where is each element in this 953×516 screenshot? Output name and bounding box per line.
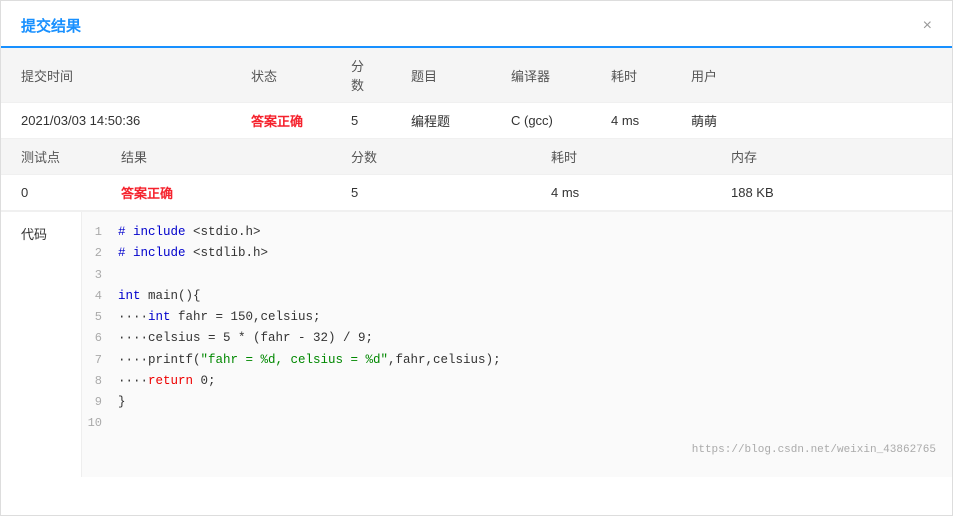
main-table-header-row: 提交时间 状态 分数 题目 编译器 耗时 用户 xyxy=(1,48,952,103)
cell-time: 4 ms xyxy=(591,103,671,139)
code-line-7: 7 ····printf("fahr = %d, celsius = %d",f… xyxy=(82,350,952,371)
line-content-7: ····printf("fahr = %d, celsius = %d",fah… xyxy=(118,350,501,371)
code-line-4: 4 int main(){ xyxy=(82,286,952,307)
col-time: 耗时 xyxy=(591,48,671,103)
sub-col-memory: 内存 xyxy=(711,139,952,175)
sub-table-data-row: 0 答案正确 5 4 ms 188 KB xyxy=(1,175,952,211)
cell-submit-time: 2021/03/03 14:50:36 xyxy=(1,103,231,139)
line-content-3 xyxy=(118,265,126,286)
sub-col-result: 结果 xyxy=(101,139,231,175)
line-num-2: 2 xyxy=(82,243,118,263)
line-num-8: 8 xyxy=(82,371,118,391)
code-line-9: 9 } xyxy=(82,392,952,413)
cell-score: 5 xyxy=(331,103,391,139)
col-status: 状态 xyxy=(231,48,331,103)
sub-cell-result: 答案正确 xyxy=(101,175,331,211)
code-line-6: 6 ····celsius = 5 * (fahr - 32) / 9; xyxy=(82,328,952,349)
col-compiler: 编译器 xyxy=(491,48,591,103)
dialog: 提交结果 × 提交时间 状态 分数 题目 编译器 耗时 用户 2021/03/0 xyxy=(0,0,953,516)
line-content-8: ····return 0; xyxy=(118,371,216,392)
code-block[interactable]: 1 # include <stdio.h> 2 # include <stdli… xyxy=(81,212,952,477)
line-content-6: ····celsius = 5 * (fahr - 32) / 9; xyxy=(118,328,373,349)
cell-problem: 编程题 xyxy=(391,103,491,139)
dialog-body: 提交时间 状态 分数 题目 编译器 耗时 用户 2021/03/03 14:50… xyxy=(1,48,952,477)
line-content-4: int main(){ xyxy=(118,286,201,307)
sub-col-empty xyxy=(231,139,331,175)
line-content-5: ····int fahr = 150,celsius; xyxy=(118,307,321,328)
line-num-9: 9 xyxy=(82,392,118,412)
line-num-4: 4 xyxy=(82,286,118,306)
line-num-1: 1 xyxy=(82,222,118,242)
main-table: 提交时间 状态 分数 题目 编译器 耗时 用户 2021/03/03 14:50… xyxy=(1,48,952,139)
line-content-10 xyxy=(118,413,126,434)
code-line-5: 5 ····int fahr = 150,celsius; xyxy=(82,307,952,328)
dialog-header: 提交结果 × xyxy=(1,1,952,48)
code-line-3: 3 xyxy=(82,265,952,286)
sub-cell-id: 0 xyxy=(1,175,101,211)
code-label: 代码 xyxy=(1,212,81,477)
code-line-2: 2 # include <stdlib.h> xyxy=(82,243,952,264)
dialog-title: 提交结果 xyxy=(21,15,81,36)
col-problem: 题目 xyxy=(391,48,491,103)
code-line-10: 10 xyxy=(82,413,952,434)
line-num-5: 5 xyxy=(82,307,118,327)
sub-table-header-row: 测试点 结果 分数 耗时 内存 xyxy=(1,139,952,175)
line-content-1: # include <stdio.h> xyxy=(118,222,261,243)
sub-cell-memory: 188 KB xyxy=(711,175,952,211)
sub-col-empty2 xyxy=(431,139,531,175)
sub-cell-score: 5 xyxy=(331,175,531,211)
code-section: 代码 1 # include <stdio.h> 2 # include <st… xyxy=(1,211,952,477)
sub-table: 测试点 结果 分数 耗时 内存 0 答案正确 5 4 ms xyxy=(1,139,952,211)
col-user: 用户 xyxy=(671,48,952,103)
close-button[interactable]: × xyxy=(923,18,932,34)
sub-status-badge: 答案正确 xyxy=(121,186,173,201)
cell-user: 萌萌 xyxy=(671,103,952,139)
line-content-2: # include <stdlib.h> xyxy=(118,243,268,264)
code-line-8: 8 ····return 0; xyxy=(82,371,952,392)
sub-col-empty3 xyxy=(631,139,711,175)
code-line-1: 1 # include <stdio.h> xyxy=(82,222,952,243)
line-num-7: 7 xyxy=(82,350,118,370)
col-submit-time: 提交时间 xyxy=(1,48,171,103)
col-score: 分数 xyxy=(331,48,391,103)
sub-col-time: 耗时 xyxy=(531,139,631,175)
main-table-data-row: 2021/03/03 14:50:36 答案正确 5 编程题 C (gcc) 4… xyxy=(1,103,952,139)
sub-cell-time: 4 ms xyxy=(531,175,711,211)
line-num-6: 6 xyxy=(82,328,118,348)
col-empty1 xyxy=(171,48,231,103)
sub-col-score: 分数 xyxy=(331,139,431,175)
footer-link: https://blog.csdn.net/weixin_43862765 xyxy=(82,435,952,468)
cell-compiler: C (gcc) xyxy=(491,103,591,139)
sub-col-id: 测试点 xyxy=(1,139,101,175)
cell-status: 答案正确 xyxy=(231,103,331,139)
line-content-9: } xyxy=(118,392,126,413)
line-num-3: 3 xyxy=(82,265,118,285)
status-badge: 答案正确 xyxy=(251,114,303,129)
line-num-10: 10 xyxy=(82,413,118,433)
